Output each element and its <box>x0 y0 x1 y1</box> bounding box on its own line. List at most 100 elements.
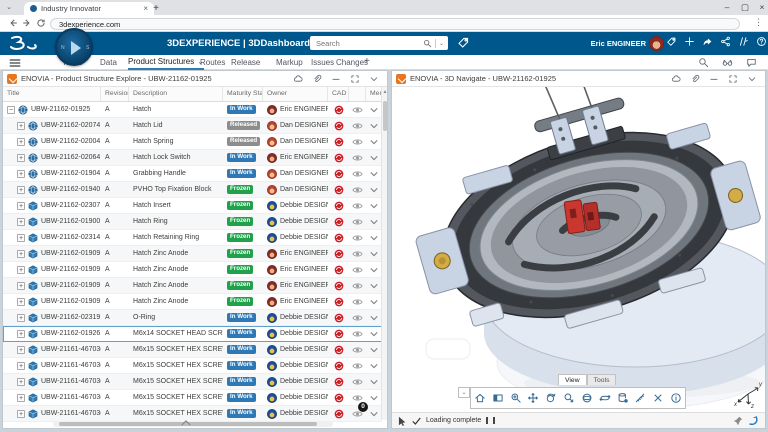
pan-icon[interactable] <box>525 389 542 407</box>
pause-icon[interactable] <box>486 417 496 424</box>
minimize-icon[interactable] <box>331 74 341 84</box>
column-header-menu[interactable]: Menu <box>366 87 382 101</box>
column-header-owner[interactable]: Owner <box>263 87 328 101</box>
table-row[interactable]: + UBW-21162-01909 A Hatch Zinc Anode Frozen E… <box>3 278 382 294</box>
item-title[interactable]: UBW-21162-02064 <box>41 154 100 161</box>
expand-toggle[interactable]: + <box>17 121 25 130</box>
table-row[interactable]: + UBW-21162-02319 A O-Ring In Work Debbie DES… <box>3 310 382 326</box>
row-menu-chevron-icon[interactable] <box>366 134 382 149</box>
viewpoint-icon[interactable] <box>489 389 506 407</box>
3dexperience-compass-icon[interactable]: NS <box>55 28 93 66</box>
pin-icon[interactable] <box>733 416 743 426</box>
expand-toggle[interactable]: + <box>17 233 25 242</box>
row-menu-chevron-icon[interactable] <box>366 102 382 117</box>
table-row[interactable]: + UBW-21161-46703(Default) A M6x15 SOCKET H… <box>3 374 382 390</box>
row-menu-chevron-icon[interactable] <box>366 390 382 405</box>
tab-release[interactable]: Release <box>231 55 260 70</box>
item-title[interactable]: UBW-21162-02004 <box>41 138 100 145</box>
row-menu-chevron-icon[interactable] <box>366 358 382 373</box>
item-title[interactable]: UBW-21162-01909 <box>41 250 100 257</box>
link-icon[interactable] <box>690 74 700 84</box>
browser-tab[interactable]: Industry Innovator × <box>24 2 154 15</box>
expand-toggle[interactable]: + <box>17 201 25 210</box>
column-header-title[interactable]: Title <box>3 87 101 101</box>
cad-file-icon[interactable] <box>328 150 349 165</box>
item-title[interactable]: UBW-21162-01909 <box>41 266 100 273</box>
vertical-scroll-thumb[interactable] <box>383 101 387 131</box>
cad-file-icon[interactable] <box>328 198 349 213</box>
chevron-down-icon[interactable] <box>747 74 757 84</box>
visibility-eye-icon[interactable] <box>349 166 366 181</box>
browser-refresh-icon[interactable] <box>36 18 46 28</box>
fullscreen-icon[interactable] <box>350 74 360 84</box>
table-row[interactable]: + UBW-21162-02307 A Hatch Insert Frozen Debbi… <box>3 198 382 214</box>
item-title[interactable]: UBW-21161-46703(Default) <box>41 394 101 401</box>
cad-file-icon[interactable] <box>328 230 349 245</box>
cad-file-icon[interactable] <box>328 358 349 373</box>
window-close-button[interactable]: × <box>755 1 768 13</box>
item-title[interactable]: UBW-21162-02074 <box>41 122 100 129</box>
row-menu-chevron-icon[interactable] <box>366 118 382 133</box>
visibility-eye-icon[interactable] <box>349 262 366 277</box>
visibility-eye-icon[interactable] <box>349 214 366 229</box>
search-icon[interactable] <box>423 39 432 48</box>
expand-toggle[interactable]: − <box>7 105 15 114</box>
cad-file-icon[interactable] <box>328 406 349 421</box>
expand-toggle[interactable]: + <box>17 361 25 370</box>
item-title[interactable]: UBW-21162-01909 <box>41 282 100 289</box>
column-header-cad-[interactable]: CAD ... <box>328 87 349 101</box>
expand-toggle[interactable]: + <box>17 153 25 162</box>
expand-toggle[interactable]: + <box>17 185 25 194</box>
row-menu-chevron-icon[interactable] <box>366 214 382 229</box>
cursor-select-icon[interactable] <box>398 416 407 426</box>
hamburger-menu-icon[interactable] <box>9 58 21 68</box>
item-title[interactable]: UBW-21162-01900 <box>41 218 100 225</box>
item-title[interactable]: UBW-21162-01909 <box>41 298 100 305</box>
tab-list-chevron-icon[interactable]: ⌄ <box>3 3 15 13</box>
visibility-eye-icon[interactable] <box>349 278 366 293</box>
row-menu-chevron-icon[interactable] <box>366 182 382 197</box>
visibility-eye-icon[interactable] <box>349 150 366 165</box>
cad-file-icon[interactable] <box>328 102 349 117</box>
cad-file-icon[interactable] <box>328 118 349 133</box>
expand-toggle[interactable]: + <box>17 249 25 258</box>
item-title[interactable]: UBW-21162-01925 <box>31 106 90 113</box>
visibility-eye-icon[interactable] <box>349 102 366 117</box>
table-row[interactable]: + UBW-21161-46703(Default) A M6x15 SOCKET H… <box>3 358 382 374</box>
item-title[interactable]: UBW-21162-02319 <box>41 314 100 321</box>
expand-toggle[interactable]: + <box>17 137 25 146</box>
column-header-revision[interactable]: Revision <box>101 87 129 101</box>
forward-icon[interactable] <box>702 36 713 47</box>
cad-file-icon[interactable] <box>328 326 349 341</box>
visibility-eye-icon[interactable] <box>349 230 366 245</box>
visibility-eye-icon[interactable] <box>349 294 366 309</box>
comment-icon[interactable] <box>746 57 757 68</box>
info-icon[interactable] <box>668 389 685 407</box>
visibility-eye-icon[interactable] <box>349 374 366 389</box>
row-menu-chevron-icon[interactable] <box>366 166 382 181</box>
row-menu-chevron-icon[interactable] <box>366 374 382 389</box>
column-header-maturity-state[interactable]: Maturity State <box>223 87 263 101</box>
rotate-icon[interactable] <box>543 389 560 407</box>
item-title[interactable]: UBW-21161-46703(Default) <box>41 410 101 417</box>
search-icon[interactable] <box>698 57 709 68</box>
table-row[interactable]: + UBW-21162-02004 A Hatch Spring Released Dan… <box>3 134 382 150</box>
cad-file-icon[interactable] <box>328 342 349 357</box>
global-search[interactable]: ⌄ <box>310 36 448 50</box>
toolbar-collapse-chevron-icon[interactable]: ⌄ <box>458 387 470 398</box>
cad-file-icon[interactable] <box>328 278 349 293</box>
fullscreen-icon[interactable] <box>728 74 738 84</box>
cad-file-icon[interactable] <box>328 246 349 261</box>
tab-markup[interactable]: Markup <box>276 55 303 70</box>
item-title[interactable]: UBW-21161-46703(Default) <box>41 362 101 369</box>
column-header-view[interactable] <box>349 87 366 101</box>
row-menu-chevron-icon[interactable] <box>366 230 382 245</box>
viewer-tab-tools[interactable]: Tools <box>586 374 617 385</box>
cad-file-icon[interactable] <box>328 390 349 405</box>
expand-toggle[interactable]: + <box>17 297 25 306</box>
cad-file-icon[interactable] <box>328 262 349 277</box>
tag-icon[interactable] <box>666 36 677 47</box>
row-menu-chevron-icon[interactable] <box>366 246 382 261</box>
database-icon[interactable] <box>614 389 631 407</box>
expand-toggle[interactable]: + <box>17 409 25 418</box>
